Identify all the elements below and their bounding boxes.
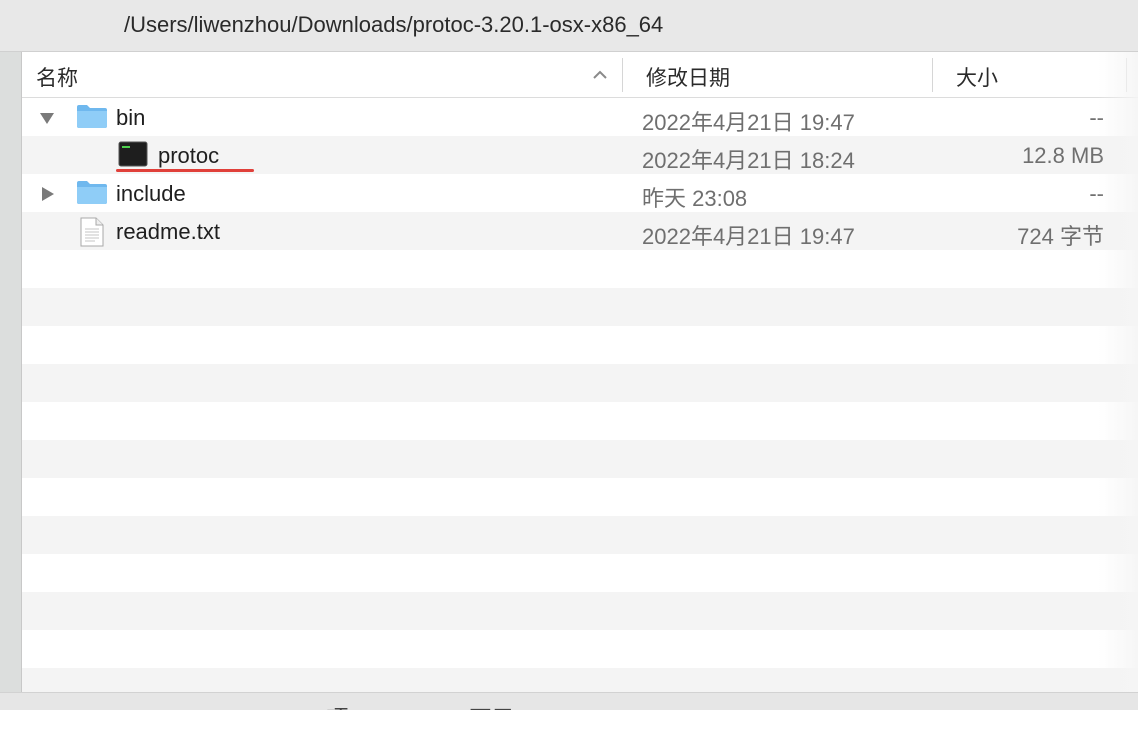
- file-size: --: [1089, 105, 1104, 130]
- column-header: 名称 修改日期 大小: [22, 52, 1138, 98]
- file-modified: 2022年4月21日 18:24: [642, 148, 855, 173]
- empty-row: [22, 516, 1138, 554]
- disclosure-triangle-open-icon[interactable]: [38, 109, 56, 127]
- folder-icon: [77, 181, 107, 204]
- file-size: 724 字节: [1017, 224, 1104, 249]
- list-item[interactable]: bin 2022年4月21日 19:47 --: [22, 98, 1138, 136]
- list-item[interactable]: readme.txt 2022年4月21日 19:47 724 字节: [22, 212, 1138, 250]
- empty-row: [22, 326, 1138, 364]
- status-text: 4 项，155.4 GB 可用: [308, 701, 513, 710]
- file-name: bin: [116, 105, 146, 130]
- column-divider[interactable]: [932, 58, 933, 92]
- column-divider[interactable]: [622, 58, 623, 92]
- path-bar: /Users/liwenzhou/Downloads/protoc-3.20.1…: [0, 0, 1138, 52]
- file-size: --: [1089, 181, 1104, 206]
- sidebar-edge: [0, 52, 22, 710]
- empty-row: [22, 440, 1138, 478]
- column-header-modified[interactable]: 修改日期: [646, 62, 730, 92]
- empty-row: [22, 250, 1138, 288]
- empty-row: [22, 478, 1138, 516]
- file-list[interactable]: 名称 修改日期 大小 bin 2022年4月21日 19:47 -- proto…: [22, 52, 1138, 732]
- file-size: 12.8 MB: [1022, 143, 1104, 168]
- file-name: readme.txt: [116, 219, 220, 244]
- chevron-up-icon[interactable]: [591, 66, 609, 84]
- highlight-underline: [116, 169, 254, 172]
- empty-row: [22, 630, 1138, 668]
- empty-row: [22, 288, 1138, 326]
- terminal-executable-icon: [118, 141, 148, 167]
- list-item[interactable]: include 昨天 23:08 --: [22, 174, 1138, 212]
- path-text: /Users/liwenzhou/Downloads/protoc-3.20.1…: [124, 12, 664, 37]
- file-modified: 昨天 23:08: [642, 186, 748, 211]
- file-name: protoc: [158, 143, 220, 168]
- column-header-name[interactable]: 名称: [36, 62, 78, 92]
- disclosure-triangle-closed-icon[interactable]: [39, 185, 57, 203]
- empty-row: [22, 364, 1138, 402]
- empty-row: [22, 402, 1138, 440]
- list-item[interactable]: protoc 2022年4月21日 18:24 12.8 MB: [22, 136, 1138, 174]
- status-bar: 4 项，155.4 GB 可用: [0, 692, 1138, 710]
- document-icon: [80, 217, 104, 247]
- file-name: include: [116, 181, 186, 206]
- empty-row: [22, 592, 1138, 630]
- folder-icon: [77, 105, 107, 128]
- empty-row: [22, 554, 1138, 592]
- rows: bin 2022年4月21日 19:47 -- protoc 2022年4月21…: [22, 98, 1138, 732]
- file-modified: 2022年4月21日 19:47: [642, 224, 855, 249]
- file-modified: 2022年4月21日 19:47: [642, 110, 855, 135]
- column-header-size[interactable]: 大小: [956, 62, 998, 92]
- column-divider[interactable]: [1126, 58, 1127, 92]
